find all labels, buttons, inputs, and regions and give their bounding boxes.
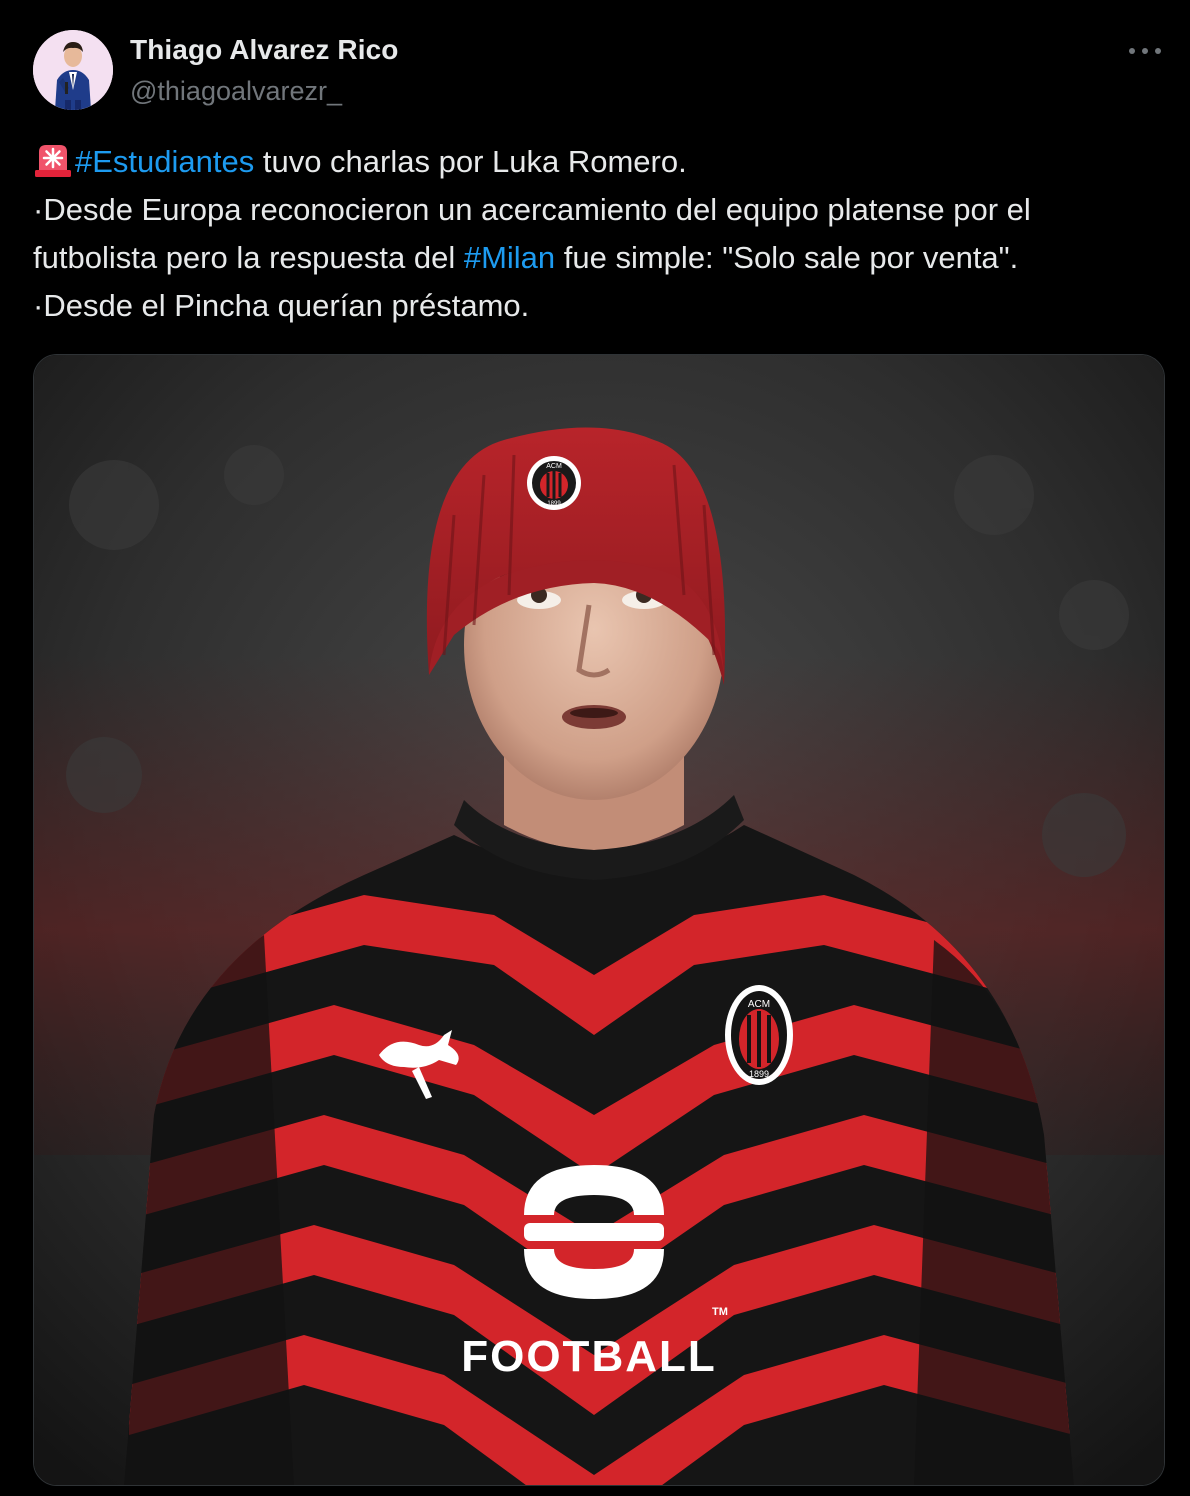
tweet: Thiago Alvarez Rico @thiagoalvarezr_ #Es…	[0, 0, 1190, 1496]
trademark-text: TM	[712, 1306, 728, 1318]
chest-crest-year: 1899	[749, 1069, 769, 1079]
efootball-logo	[524, 1165, 664, 1299]
sponsor-text: FOOTBALL	[461, 1332, 717, 1381]
tweet-line-2: ·Desde Europa reconocieron un acercamien…	[33, 192, 1031, 227]
cap-crest-text: ACM	[546, 463, 562, 470]
avatar[interactable]	[33, 30, 113, 110]
hashtag-estudiantes[interactable]: #Estudiantes	[75, 144, 254, 179]
tweet-line-3: futbolista pero la respuesta del #Milan …	[33, 234, 1173, 282]
tweet-media-photo[interactable]: ACM 1899 ACM 1899 FOOTBALL TM	[33, 354, 1165, 1486]
author-handle[interactable]: @thiagoalvarezr_	[130, 76, 342, 107]
tweet-line-3-before: futbolista pero la respuesta del	[33, 240, 464, 275]
chest-club-crest: ACM 1899	[725, 985, 793, 1085]
tweet-text: #Estudiantes tuvo charlas por Luka Romer…	[33, 138, 1173, 330]
cap-club-crest: ACM 1899	[527, 456, 581, 510]
tweet-line-1-text: tuvo charlas por Luka Romero.	[254, 144, 687, 179]
tweet-line-3-after: fue simple: "Solo sale por venta".	[555, 240, 1019, 275]
tweet-line-1: #Estudiantes tuvo charlas por Luka Romer…	[33, 138, 1173, 186]
tweet-line-4: ·Desde el Pincha querían préstamo.	[33, 288, 530, 323]
more-options-button[interactable]	[1120, 34, 1170, 68]
chest-crest-text: ACM	[748, 999, 770, 1010]
rotating-light-emoji	[35, 145, 71, 177]
more-options-icon	[1129, 48, 1161, 54]
hashtag-milan[interactable]: #Milan	[464, 240, 555, 275]
cap-crest-year: 1899	[547, 501, 561, 507]
player-photo: ACM 1899 ACM 1899 FOOTBALL TM	[34, 355, 1164, 1485]
person-avatar-icon	[33, 30, 113, 110]
author-name[interactable]: Thiago Alvarez Rico	[130, 34, 398, 66]
